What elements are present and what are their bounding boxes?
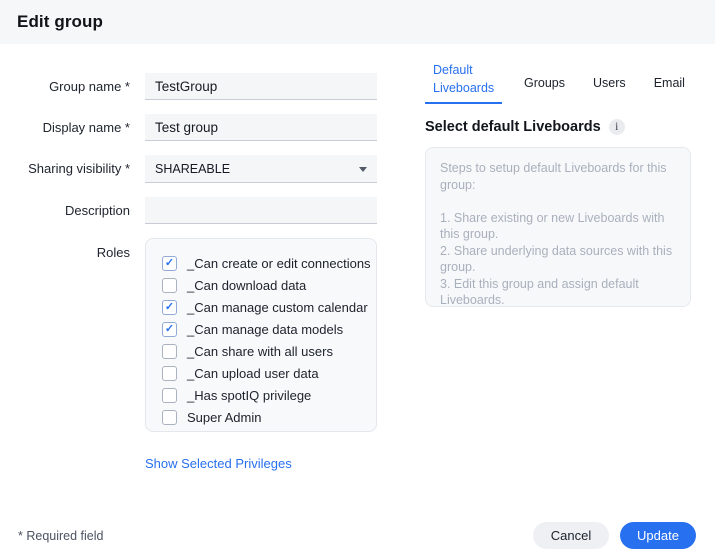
role-label: _Can create or edit connections (187, 256, 371, 271)
role-option[interactable]: ✓ _Can manage data models (162, 318, 368, 340)
sharing-visibility-label: Sharing visibility * (0, 155, 130, 183)
role-label: _Can share with all users (187, 344, 333, 359)
edit-group-form: Group name * Display name * Sharing visi… (0, 73, 400, 446)
info-icon[interactable]: i (609, 119, 625, 135)
checkbox-checked-icon[interactable]: ✓ (162, 300, 177, 315)
sharing-visibility-value: SHAREABLE (155, 162, 230, 176)
right-panel: Default Liveboards Groups Users Email Selec… (425, 62, 691, 307)
role-label: _Can download data (187, 278, 306, 293)
roles-checkbox-group: ✓ _Can create or edit connections _Can dow… (145, 238, 377, 432)
role-option[interactable]: ✓ _Can create or edit connections (162, 252, 368, 274)
form-row-display-name: Display name * (0, 114, 400, 141)
role-option[interactable]: _Can download data (162, 274, 368, 296)
dialog-header: Edit group (0, 0, 715, 44)
checkbox-checked-icon[interactable]: ✓ (162, 322, 177, 337)
steps-line: Steps to setup default Liveboards for th… (440, 160, 676, 193)
dialog-title: Edit group (17, 12, 103, 32)
panel-tabs: Default Liveboards Groups Users Email (425, 62, 691, 104)
steps-line: 2. Share underlying data sources with th… (440, 243, 676, 276)
checkbox-unchecked-icon[interactable] (162, 410, 177, 425)
chevron-down-icon (359, 167, 367, 172)
checkbox-checked-icon[interactable]: ✓ (162, 256, 177, 271)
role-label: _Can manage data models (187, 322, 343, 337)
cancel-button[interactable]: Cancel (533, 522, 609, 549)
form-row-sharing-visibility: Sharing visibility * SHAREABLE (0, 155, 400, 183)
role-option[interactable]: _Can upload user data (162, 362, 368, 384)
steps-line: 1. Share existing or new Liveboards with… (440, 210, 676, 243)
checkbox-unchecked-icon[interactable] (162, 344, 177, 359)
form-row-group-name: Group name * (0, 73, 400, 100)
required-field-note: * Required field (18, 529, 103, 543)
panel-heading: Select default Liveboards (425, 119, 601, 135)
role-option[interactable]: ✓ _Can manage custom calendar (162, 296, 368, 318)
sharing-visibility-select[interactable]: SHAREABLE (145, 155, 377, 183)
roles-label: Roles (0, 238, 130, 261)
tab-groups[interactable]: Groups (518, 76, 571, 90)
role-label: _Can manage custom calendar (187, 300, 368, 315)
role-label: _Can upload user data (187, 366, 319, 381)
form-row-description: Description (0, 197, 400, 224)
tab-users[interactable]: Users (587, 76, 632, 90)
steps-line: 3. Edit this group and assign default Li… (440, 276, 676, 308)
description-label: Description (0, 197, 130, 224)
steps-box: Steps to setup default Liveboards for th… (425, 147, 691, 307)
edit-group-dialog: Edit group Group name * Display name * S… (0, 0, 715, 555)
checkbox-unchecked-icon[interactable] (162, 278, 177, 293)
panel-heading-row: Select default Liveboards i (425, 119, 691, 135)
checkbox-unchecked-icon[interactable] (162, 366, 177, 381)
display-name-label: Display name * (0, 114, 130, 141)
role-label: _Has spotIQ privilege (187, 388, 311, 403)
display-name-input[interactable] (145, 114, 377, 141)
role-option[interactable]: _Has spotIQ privilege (162, 384, 368, 406)
update-button[interactable]: Update (620, 522, 696, 549)
tab-default-liveboards[interactable]: Default Liveboards (425, 62, 502, 104)
tab-email[interactable]: Email (648, 76, 691, 90)
show-selected-privileges-link[interactable]: Show Selected Privileges (145, 456, 292, 471)
role-label: Super Admin (187, 410, 261, 425)
description-input[interactable] (145, 197, 377, 224)
form-row-roles: Roles ✓ _Can create or edit connections _C… (0, 238, 400, 432)
role-option[interactable]: _Can share with all users (162, 340, 368, 362)
group-name-input[interactable] (145, 73, 377, 100)
steps-line (440, 193, 676, 210)
checkbox-unchecked-icon[interactable] (162, 388, 177, 403)
group-name-label: Group name * (0, 73, 130, 100)
role-option[interactable]: Super Admin (162, 406, 368, 428)
